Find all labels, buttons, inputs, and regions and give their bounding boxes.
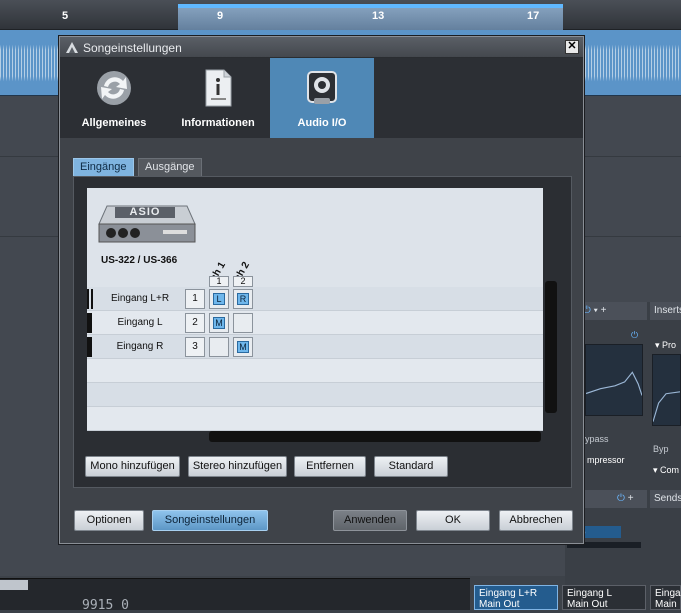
input-number: 2 — [185, 313, 205, 333]
eq-graph — [585, 344, 643, 416]
title-bar[interactable]: Songeinstellungen ✕ — [60, 37, 583, 58]
category-label: Allgemeines — [81, 117, 147, 129]
add-icon[interactable]: + — [601, 305, 607, 316]
compressor-graph — [652, 354, 681, 426]
stereo-marker — [87, 289, 89, 309]
power-icon[interactable]: ⏻ — [583, 305, 591, 316]
input-number: 3 — [185, 337, 205, 357]
loop-range[interactable] — [178, 4, 563, 30]
input-list: Eingang L+R 1 L R Eingang L 2 M Eingang … — [87, 287, 543, 431]
category-audio-io[interactable]: Audio I/O — [270, 58, 374, 138]
song-settings-button[interactable]: Songeinstellungen — [152, 510, 268, 531]
add-stereo-button[interactable]: Stereo hinzufügen — [188, 456, 287, 477]
ruler-bar-number: 17 — [527, 10, 540, 22]
channel-strip-input[interactable]: EingangMain — [650, 585, 681, 610]
io-panel: ASIO US-322 / US-366 ch 1 ch 2 1 2 Einga… — [73, 176, 572, 488]
dialog-title: Songeinstellungen — [83, 41, 182, 55]
category-bar: Allgemeines Informationen Audio I/O — [60, 58, 583, 138]
category-label: Audio I/O — [297, 117, 347, 129]
ruler-bar-number: 5 — [62, 10, 69, 22]
input-row[interactable]: Eingang R 3 M — [87, 335, 543, 359]
asio-badge: ASIO — [115, 207, 175, 218]
pro-label: ▾ Pro — [655, 340, 677, 350]
compressor-label: mpressor — [587, 455, 625, 465]
routing-assignment[interactable]: M — [213, 317, 225, 329]
input-row[interactable]: Eingang L+R 1 L R — [87, 287, 543, 311]
input-name[interactable]: Eingang R — [95, 341, 185, 352]
refresh-icon — [97, 71, 131, 105]
channel-number: 2 — [233, 276, 253, 287]
routing-cell[interactable] — [233, 313, 253, 333]
dialog-content: Eingänge Ausgänge ASIO US-322 / US-366 c… — [60, 138, 583, 543]
routing-assignment[interactable]: M — [237, 341, 249, 353]
routing-cell[interactable]: L — [209, 289, 229, 309]
channel-strip-input[interactable]: Eingang L+R Main Out — [474, 585, 558, 610]
inserts-header-2: Inserts — [650, 302, 681, 320]
channel-number: 1 — [209, 276, 229, 287]
channel-strip-input[interactable]: Eingang L Main Out — [562, 585, 646, 610]
waveform — [0, 30, 60, 96]
bypass-label: ypass — [585, 434, 609, 444]
cancel-button[interactable]: Abbrechen — [499, 510, 573, 531]
vertical-scrollbar[interactable] — [545, 281, 557, 413]
tab-inputs[interactable]: Eingänge — [73, 158, 134, 176]
empty-row — [87, 383, 543, 407]
mono-marker — [87, 313, 92, 333]
close-button[interactable]: ✕ — [565, 40, 579, 54]
input-row[interactable]: Eingang L 2 M — [87, 311, 543, 335]
remove-button[interactable]: Entfernen — [294, 456, 366, 477]
empty-row — [87, 359, 543, 383]
scroll-thumb[interactable] — [0, 580, 28, 590]
timeline-ruler[interactable]: 5 9 13 17 — [0, 0, 681, 30]
transport-bar — [0, 578, 470, 610]
document-icon — [205, 69, 232, 107]
sends-header-2: Sends — [650, 490, 681, 508]
options-button[interactable]: Optionen — [74, 510, 144, 531]
input-name[interactable]: Eingang L — [95, 317, 185, 328]
add-mono-button[interactable]: Mono hinzufügen — [85, 456, 180, 477]
input-number: 1 — [185, 289, 205, 309]
power-icon[interactable]: ⏻ — [631, 330, 638, 341]
empty-row — [87, 407, 543, 431]
app-logo-icon — [66, 42, 78, 53]
category-general[interactable]: Allgemeines — [62, 58, 166, 138]
routing-cell[interactable] — [209, 337, 229, 357]
power-icon[interactable]: ⏻ — [617, 493, 625, 504]
dropdown-icon[interactable]: ▾ — [594, 305, 598, 316]
mono-marker — [87, 337, 92, 357]
apply-button[interactable]: Anwenden — [333, 510, 407, 531]
add-icon[interactable]: + — [628, 493, 634, 504]
category-label: Informationen — [181, 117, 255, 129]
waveform — [585, 30, 681, 96]
category-info[interactable]: Informationen — [166, 58, 270, 138]
routing-assignment[interactable]: R — [237, 293, 249, 305]
routing-cell[interactable]: R — [233, 289, 253, 309]
io-matrix: ASIO US-322 / US-366 ch 1 ch 2 1 2 Einga… — [87, 188, 543, 431]
com-label: ▾ Com — [653, 465, 680, 475]
speaker-icon — [307, 71, 337, 104]
input-name[interactable]: Eingang L+R — [95, 293, 185, 304]
standard-button[interactable]: Standard — [374, 456, 448, 477]
tab-outputs[interactable]: Ausgänge — [138, 158, 202, 176]
horizontal-scrollbar[interactable] — [209, 431, 541, 442]
device-name: US-322 / US-366 — [101, 255, 178, 266]
ruler-bar-number: 9 — [217, 10, 224, 22]
routing-cell[interactable]: M — [233, 337, 253, 357]
song-settings-dialog: Songeinstellungen ✕ Allgemeines Informat… — [59, 36, 584, 544]
ok-button[interactable]: OK — [416, 510, 490, 531]
routing-cell[interactable]: M — [209, 313, 229, 333]
byp-label: Byp — [653, 444, 669, 454]
ruler-bar-number: 13 — [372, 10, 385, 22]
time-readout: 9915 0 — [82, 598, 129, 613]
routing-assignment[interactable]: L — [213, 293, 225, 305]
